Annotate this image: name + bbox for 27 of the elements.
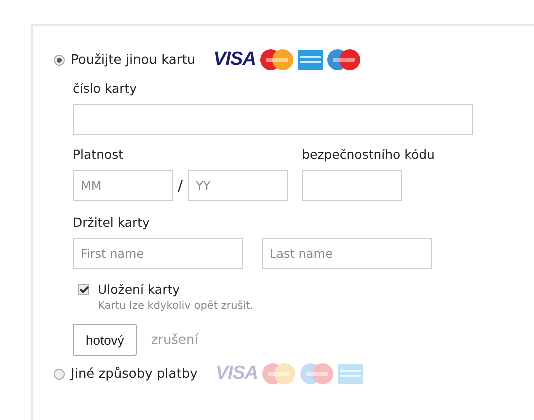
field-label: Platnost [73,147,125,162]
year-field[interactable]: YY [188,170,288,201]
field-label: číslo karty [73,81,138,96]
checkbox-label[interactable]: Uložení karty [98,282,180,297]
hint-text: Kartu lze kdykoliv opět zrušit. [97,300,255,312]
amex-logo [298,50,323,70]
mastercard-logo [262,363,296,385]
maestro-logo [326,49,361,71]
separator: / [178,176,184,194]
option-label[interactable]: Jiné způsoby platby [71,366,198,382]
field-label: Držitel karty [73,215,151,230]
card-number-field[interactable] [73,104,473,135]
mastercard-logo [260,49,294,71]
visa-logo: VISA [214,49,256,71]
maestro-logo [300,363,334,385]
field-label: bezpečnostního kódu [302,147,435,162]
first-name-field[interactable]: First name [73,238,243,269]
month-field[interactable]: MM [73,170,173,201]
radio-button[interactable] [54,54,65,66]
done-button[interactable]: hotový [73,324,138,356]
security-code-field[interactable] [302,170,402,201]
last-name-field[interactable]: Last name [262,238,432,269]
visa-logo: VISA [216,363,258,385]
option-label[interactable]: Použijte jinou kartu [71,52,196,68]
checkbox[interactable] [78,284,89,295]
radio-button[interactable] [54,368,65,380]
amex-logo [338,364,364,384]
